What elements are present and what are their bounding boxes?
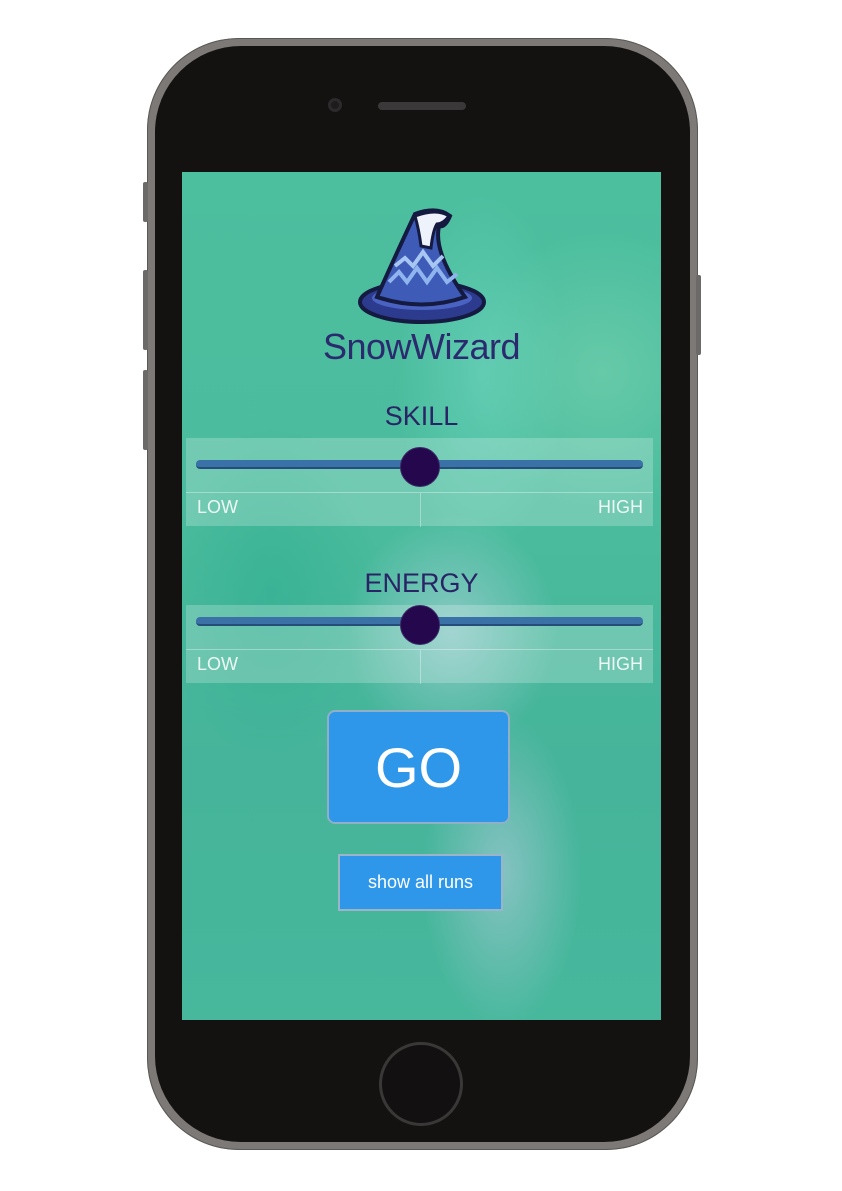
- skill-scale-labels: LOW HIGH: [186, 492, 653, 527]
- energy-slider-thumb[interactable]: [399, 605, 440, 645]
- skill-title: SKILL: [384, 401, 459, 431]
- home-button[interactable]: [379, 1042, 463, 1126]
- app-logo: SnowWizard: [182, 202, 661, 368]
- earpiece-speaker: [378, 102, 466, 110]
- mute-switch: [143, 182, 148, 222]
- wizard-hat-icon: [357, 208, 486, 324]
- skill-slider-thumb[interactable]: [399, 447, 440, 487]
- energy-title: ENERGY: [364, 568, 479, 598]
- app-screen: SnowWizard SKILL LOW HIGH ENERGY LOW HIG…: [182, 172, 661, 1020]
- skill-slider[interactable]: LOW HIGH: [186, 438, 653, 527]
- front-camera: [328, 98, 342, 112]
- energy-scale-labels: LOW HIGH: [186, 649, 653, 684]
- show-all-runs-button[interactable]: show all runs: [338, 854, 503, 911]
- skill-scale-divider: [419, 493, 421, 527]
- energy-slider[interactable]: LOW HIGH: [186, 605, 653, 684]
- energy-high-label: HIGH: [598, 654, 643, 674]
- energy-low-label: LOW: [197, 654, 239, 674]
- energy-scale-divider: [419, 650, 421, 684]
- power-button: [696, 275, 701, 355]
- volume-down-button: [143, 370, 148, 450]
- skill-high-label: HIGH: [598, 497, 643, 517]
- volume-up-button: [143, 270, 148, 350]
- skill-low-label: LOW: [197, 497, 239, 517]
- go-button[interactable]: GO: [327, 710, 510, 824]
- app-name: SnowWizard: [322, 326, 521, 367]
